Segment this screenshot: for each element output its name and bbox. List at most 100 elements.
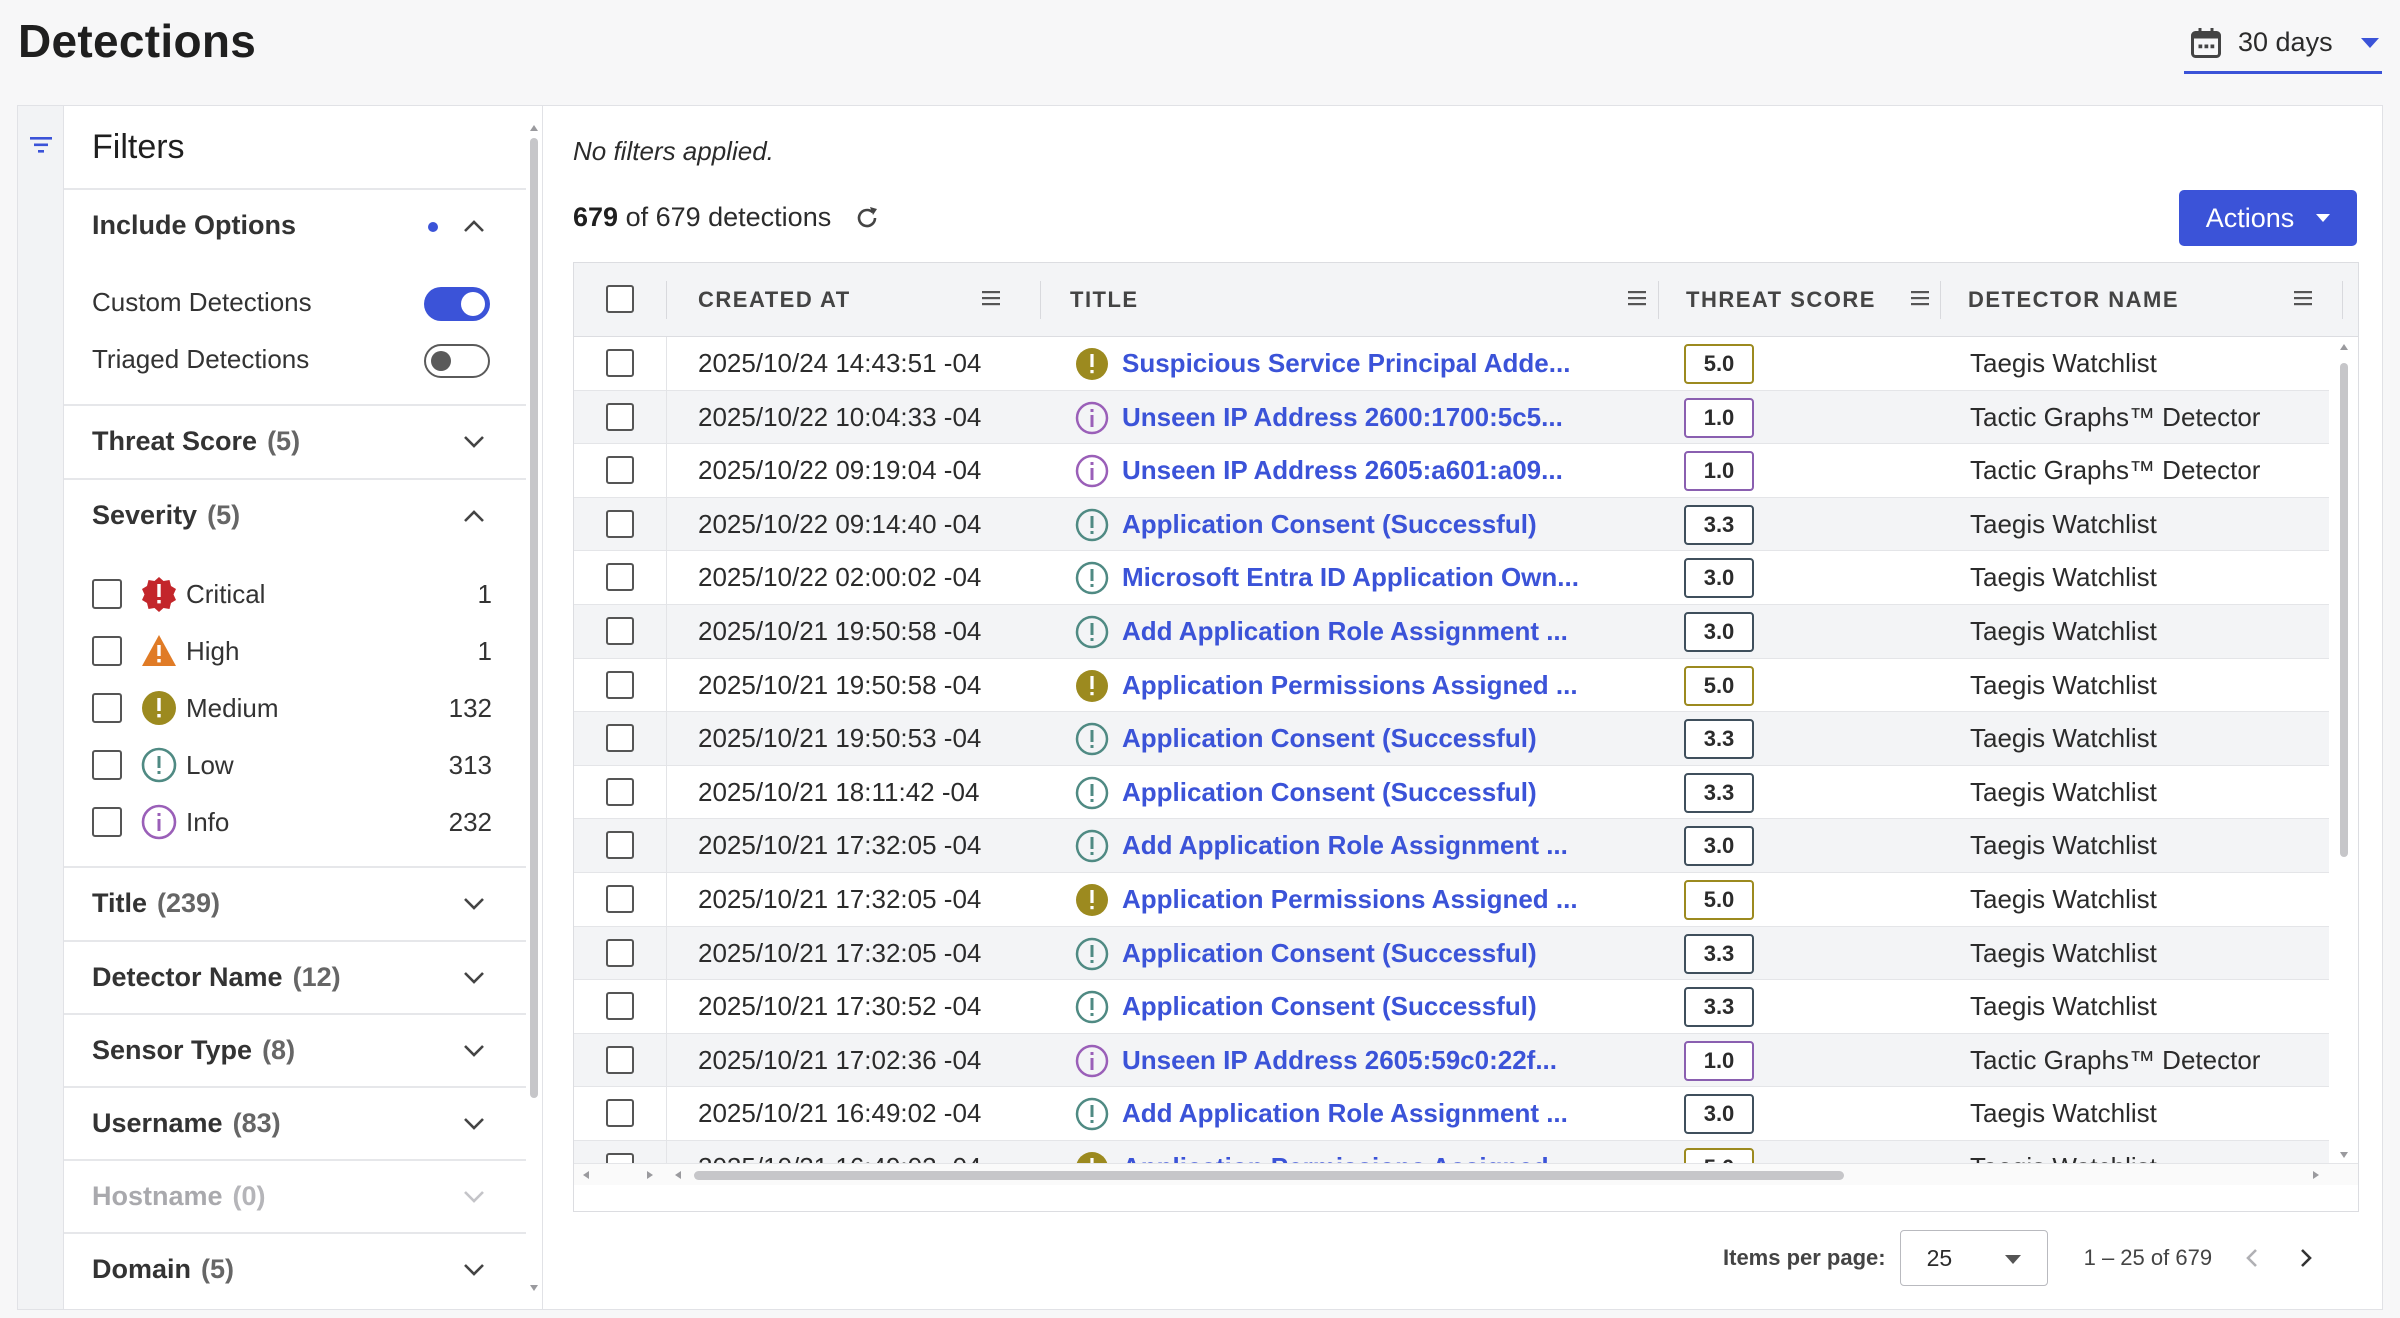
chevron-up-icon[interactable] <box>462 218 486 234</box>
info-checkbox[interactable] <box>92 807 122 837</box>
table-row[interactable]: 2025/10/21 17:32:05 -04 Application Permi… <box>574 873 2329 927</box>
row-checkbox[interactable] <box>606 670 634 699</box>
table-row[interactable]: 2025/10/21 18:11:42 -04 Application Conse… <box>574 766 2329 820</box>
chevron-down-icon[interactable] <box>462 1043 486 1059</box>
scrollbar-thumb[interactable] <box>530 138 538 1098</box>
chevron-down-icon[interactable] <box>462 434 486 450</box>
triaged-detections-toggle[interactable] <box>424 344 490 378</box>
filter-scrollbar[interactable] <box>528 124 540 1294</box>
next-page-icon[interactable] <box>2290 1243 2320 1273</box>
row-checkbox[interactable] <box>606 563 634 592</box>
table-vertical-scrollbar[interactable] <box>2334 343 2354 1163</box>
include-options-header[interactable]: Include Options <box>92 210 296 241</box>
detection-title-link[interactable]: Unseen IP Address 2600:1700:5c5... <box>1122 402 1563 433</box>
title-filter[interactable]: Title (239) <box>92 888 220 919</box>
row-checkbox[interactable] <box>606 456 634 485</box>
column-detector-name[interactable]: DETECTOR NAME <box>1968 287 2179 313</box>
detection-title-link[interactable]: Unseen IP Address 2605:59c0:22f... <box>1122 1045 1557 1076</box>
threat-score-filter[interactable]: Threat Score (5) <box>92 426 300 457</box>
detection-title-link[interactable]: Application Consent (Successful) <box>1122 991 1537 1022</box>
detection-title-link[interactable]: Suspicious Service Principal Adde... <box>1122 348 1570 379</box>
table-row[interactable]: 2025/10/21 19:50:53 -04 Application Conse… <box>574 712 2329 766</box>
table-row[interactable]: 2025/10/21 17:02:36 -04 Unseen IP Address… <box>574 1033 2329 1088</box>
sensor-type-filter[interactable]: Sensor Type (8) <box>92 1035 295 1066</box>
high-checkbox[interactable] <box>92 636 122 666</box>
column-menu-icon[interactable] <box>980 289 1002 307</box>
scroll-down-icon[interactable] <box>529 1284 539 1292</box>
custom-detections-toggle[interactable] <box>424 287 490 321</box>
scroll-right-icon[interactable] <box>2312 1170 2320 1180</box>
severity-option-high[interactable]: High 1 <box>92 631 492 671</box>
row-checkbox[interactable] <box>606 724 634 753</box>
table-row[interactable]: 2025/10/22 10:04:33 -04 Unseen IP Address… <box>574 390 2329 445</box>
scrollbar-thumb[interactable] <box>694 1171 1844 1180</box>
column-menu-icon[interactable] <box>1626 289 1648 307</box>
table-row[interactable]: 2025/10/21 16:49:02 -04 Add Application R… <box>574 1087 2329 1141</box>
low-checkbox[interactable] <box>92 750 122 780</box>
row-checkbox[interactable] <box>606 509 634 538</box>
row-checkbox[interactable] <box>606 1099 634 1128</box>
detector-name-filter[interactable]: Detector Name (12) <box>92 962 341 993</box>
table-row[interactable]: 2025/10/21 17:32:05 -04 Add Application R… <box>574 819 2329 873</box>
critical-checkbox[interactable] <box>92 579 122 609</box>
table-row[interactable]: 2025/10/21 16:49:02 -04 Application Permi… <box>574 1141 2329 1163</box>
table-horizontal-scrollbar[interactable] <box>574 1163 2358 1185</box>
table-row[interactable]: 2025/10/21 19:50:58 -04 Add Application R… <box>574 605 2329 659</box>
detection-title-link[interactable]: Unseen IP Address 2605:a601:a09... <box>1122 455 1563 486</box>
table-row[interactable]: 2025/10/21 19:50:58 -04 Application Permi… <box>574 659 2329 713</box>
refresh-icon[interactable] <box>853 204 881 232</box>
row-checkbox[interactable] <box>606 1153 634 1163</box>
row-checkbox[interactable] <box>606 617 634 645</box>
filter-icon[interactable] <box>28 134 54 156</box>
column-menu-icon[interactable] <box>1909 289 1931 307</box>
row-checkbox[interactable] <box>606 831 634 860</box>
column-title[interactable]: TITLE <box>1070 287 1139 313</box>
row-checkbox[interactable] <box>606 349 634 377</box>
scroll-up-icon[interactable] <box>2339 343 2349 351</box>
detection-title-link[interactable]: Add Application Role Assignment ... <box>1122 830 1568 861</box>
table-row[interactable]: 2025/10/21 17:32:05 -04 Application Conse… <box>574 926 2329 981</box>
scroll-right-icon[interactable] <box>646 1170 654 1180</box>
date-range-picker[interactable]: 30 days <box>2184 14 2382 74</box>
detection-title-link[interactable]: Application Consent (Successful) <box>1122 938 1537 969</box>
severity-option-low[interactable]: Low 313 <box>92 745 492 785</box>
table-row[interactable]: 2025/10/22 09:19:04 -04 Unseen IP Address… <box>574 444 2329 498</box>
severity-option-medium[interactable]: Medium 132 <box>92 688 492 728</box>
row-checkbox[interactable] <box>606 938 634 967</box>
severity-option-critical[interactable]: Critical 1 <box>92 574 492 614</box>
row-checkbox[interactable] <box>606 992 634 1021</box>
detection-title-link[interactable]: Add Application Role Assignment ... <box>1122 616 1568 647</box>
scroll-up-icon[interactable] <box>529 124 539 132</box>
detection-title-link[interactable]: Application Permissions Assigned ... <box>1122 1152 1578 1163</box>
table-row[interactable]: 2025/10/21 17:30:52 -04 Application Conse… <box>574 980 2329 1034</box>
scroll-left-icon[interactable] <box>674 1170 682 1180</box>
chevron-down-icon[interactable] <box>462 970 486 986</box>
column-menu-icon[interactable] <box>2292 289 2314 307</box>
severity-filter[interactable]: Severity (5) <box>92 500 240 531</box>
detection-title-link[interactable]: Add Application Role Assignment ... <box>1122 1098 1568 1129</box>
username-filter[interactable]: Username (83) <box>92 1108 281 1139</box>
detection-title-link[interactable]: Application Consent (Successful) <box>1122 777 1537 808</box>
row-checkbox[interactable] <box>606 1045 634 1074</box>
detection-title-link[interactable]: Microsoft Entra ID Application Own... <box>1122 562 1579 593</box>
actions-button[interactable]: Actions <box>2179 190 2357 246</box>
detection-title-link[interactable]: Application Consent (Successful) <box>1122 723 1537 754</box>
medium-checkbox[interactable] <box>92 693 122 723</box>
column-created-at[interactable]: CREATED AT <box>698 287 851 313</box>
items-per-page-select[interactable]: 25 <box>1899 1230 2048 1286</box>
detection-title-link[interactable]: Application Consent (Successful) <box>1122 509 1537 540</box>
chevron-up-icon[interactable] <box>462 508 486 524</box>
domain-filter[interactable]: Domain (5) <box>92 1254 234 1285</box>
scroll-down-icon[interactable] <box>2339 1151 2349 1159</box>
severity-option-info[interactable]: Info 232 <box>92 802 492 842</box>
detection-title-link[interactable]: Application Permissions Assigned ... <box>1122 884 1578 915</box>
chevron-down-icon[interactable] <box>462 1116 486 1132</box>
table-row[interactable]: 2025/10/22 09:14:40 -04 Application Conse… <box>574 497 2329 552</box>
select-all-checkbox[interactable] <box>606 285 634 313</box>
row-checkbox[interactable] <box>606 885 634 913</box>
previous-page-icon[interactable] <box>2238 1243 2268 1273</box>
chevron-down-icon[interactable] <box>462 1262 486 1278</box>
column-threat-score[interactable]: THREAT SCORE <box>1686 287 1876 313</box>
scroll-left-icon[interactable] <box>582 1170 590 1180</box>
row-checkbox[interactable] <box>606 777 634 806</box>
